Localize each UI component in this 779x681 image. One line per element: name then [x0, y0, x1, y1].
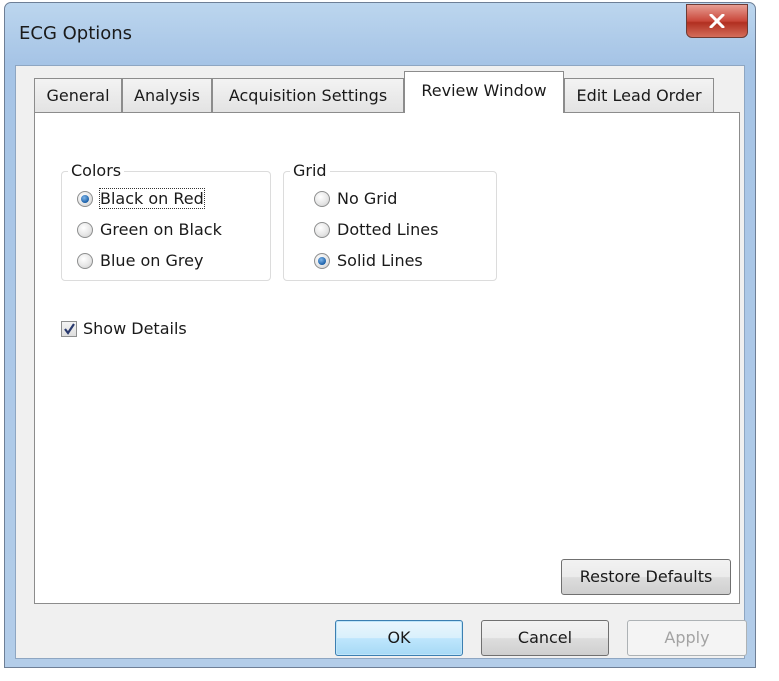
- apply-button[interactable]: Apply: [627, 620, 747, 656]
- tab-acquisition-settings[interactable]: Acquisition Settings: [212, 78, 404, 112]
- radio-button-selected[interactable]: [77, 190, 93, 207]
- window-title: ECG Options: [19, 23, 133, 44]
- radio-label: Green on Black: [100, 220, 222, 239]
- radio-label: No Grid: [337, 189, 398, 208]
- checkmark-icon: [64, 322, 75, 335]
- radio-button[interactable]: [314, 190, 330, 207]
- radio-label: Dotted Lines: [337, 220, 439, 239]
- restore-defaults-button[interactable]: Restore Defaults: [561, 559, 731, 595]
- radio-button[interactable]: [314, 221, 330, 238]
- checkbox[interactable]: [61, 320, 77, 337]
- tab-edit-lead-order[interactable]: Edit Lead Order: [564, 78, 714, 112]
- radio-green-on-black[interactable]: Green on Black: [77, 220, 222, 239]
- radio-label: Black on Red: [99, 188, 205, 209]
- close-icon: [709, 14, 725, 28]
- title-bar[interactable]: ECG Options: [5, 3, 755, 65]
- radio-label: Solid Lines: [337, 251, 423, 270]
- show-details-checkbox[interactable]: Show Details: [61, 319, 187, 338]
- radio-button[interactable]: [77, 252, 93, 269]
- radio-black-on-red[interactable]: Black on Red: [77, 188, 205, 209]
- show-details-label: Show Details: [83, 319, 187, 338]
- radio-no-grid[interactable]: No Grid: [314, 189, 397, 208]
- radio-button-selected[interactable]: [314, 252, 330, 269]
- cancel-button[interactable]: Cancel: [481, 620, 609, 656]
- grid-group: Grid No Grid Dotted Lines Solid Lines: [283, 161, 497, 281]
- tab-analysis[interactable]: Analysis: [122, 78, 212, 112]
- tab-general[interactable]: General: [34, 78, 122, 112]
- close-button[interactable]: [686, 4, 748, 38]
- radio-solid-lines[interactable]: Solid Lines: [314, 251, 423, 270]
- colors-group-label: Colors: [68, 161, 125, 180]
- radio-button[interactable]: [77, 221, 93, 238]
- grid-group-label: Grid: [290, 161, 330, 180]
- radio-dotted-lines[interactable]: Dotted Lines: [314, 220, 438, 239]
- radio-blue-on-grey[interactable]: Blue on Grey: [77, 251, 203, 270]
- tab-review-window[interactable]: Review Window: [404, 71, 564, 113]
- ok-button[interactable]: OK: [335, 620, 463, 656]
- review-window-panel: Colors Black on Red Green on Black Blue …: [34, 112, 740, 604]
- radio-label: Blue on Grey: [100, 251, 204, 270]
- colors-group: Colors Black on Red Green on Black Blue …: [61, 161, 271, 281]
